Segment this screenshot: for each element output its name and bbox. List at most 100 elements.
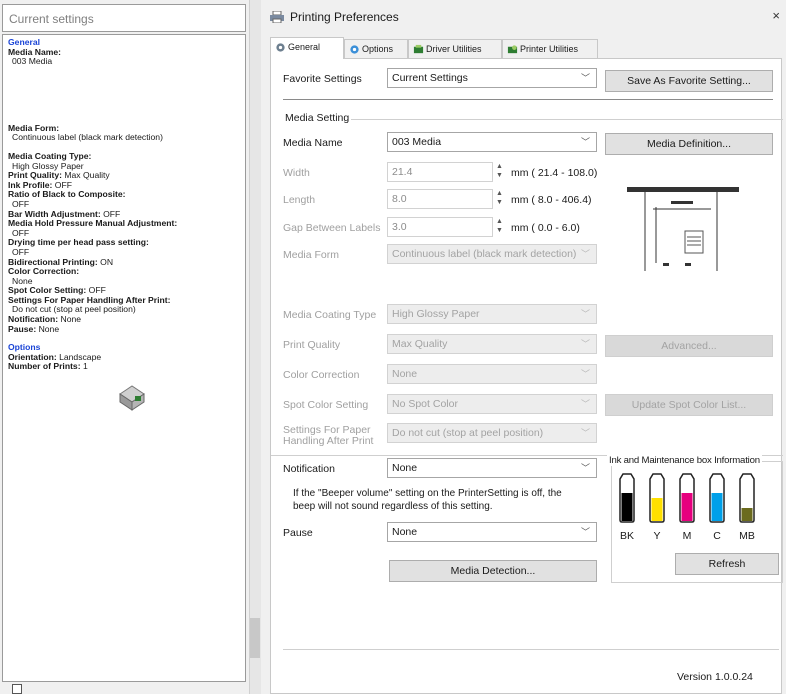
paper-handling-select[interactable]: Do not cut (stop at peel position) ﹀ [387, 423, 597, 443]
ink-tank-c [709, 473, 725, 523]
settings-key: Media Hold Pressure Manual Adjustment: [8, 218, 178, 229]
ink-info-title: Ink and Maintenance box Information [607, 455, 762, 466]
settings-key: Notification: [8, 314, 59, 325]
settings-key: Ink Profile: [8, 179, 53, 190]
tab-driver-utilities-label: Driver Utilities [426, 44, 482, 54]
tab-options[interactable]: Options [344, 39, 408, 59]
ink-label-c: C [713, 530, 721, 542]
notification-select[interactable]: None ﹀ [387, 458, 597, 478]
color-correction-value: None [392, 368, 418, 380]
chevron-down-icon: ﹀ [580, 339, 590, 349]
spot-color-select[interactable]: No Spot Color ﹀ [387, 394, 597, 414]
tab-general-label: General [288, 42, 321, 52]
ink-tank-m [679, 473, 695, 523]
chevron-down-icon: ﹀ [580, 249, 590, 259]
gap-range: mm ( 0.0 - 6.0) [511, 222, 580, 234]
chevron-down-icon: ﹀ [580, 428, 590, 438]
ink-label-mb: MB [739, 530, 755, 542]
width-label: Width [283, 167, 310, 179]
settings-key: Bar Width Adjustment: [8, 208, 101, 219]
spot-color-value: No Spot Color [392, 398, 458, 410]
settings-value: 1 [80, 361, 88, 372]
width-input[interactable]: 21.4 [387, 162, 493, 182]
printer-utilities-icon [507, 45, 518, 54]
left-scrollbar-thumb[interactable] [250, 618, 260, 658]
gap-spinner[interactable]: ▲ ▼ [495, 217, 504, 237]
media-form-select[interactable]: Continuous label (black mark detection) ﹀ [387, 244, 597, 264]
tab-printer-utilities[interactable]: Printer Utilities [502, 39, 598, 59]
color-correction-label: Color Correction [283, 369, 360, 381]
favorite-settings-label: Favorite Settings [283, 73, 362, 85]
media-name-value: 003 Media [392, 136, 442, 148]
settings-key: Bidirectional Printing: [8, 256, 98, 267]
print-quality-label: Print Quality [283, 339, 341, 351]
ink-label-y: Y [653, 530, 661, 542]
current-settings-list: General Media Name: 003 Media Media Form: Co… [2, 34, 246, 682]
settings-value: None [58, 314, 82, 325]
settings-value: Max Quality [61, 170, 110, 181]
media-setting-group-border [283, 119, 783, 120]
advanced-button[interactable]: Advanced... [605, 335, 773, 357]
left-bottom-option [2, 684, 246, 694]
chevron-down-icon: ﹀ [580, 73, 590, 83]
options-icon [350, 45, 359, 54]
media-form-value: Continuous label (black mark detection) [392, 248, 577, 260]
length-spinner[interactable]: ▲ ▼ [495, 189, 504, 209]
settings-value: OFF [100, 208, 121, 219]
settings-key: Orientation: [8, 351, 57, 362]
notification-label: Notification [283, 463, 335, 475]
version-text: Version 1.0.0.24 [677, 671, 753, 683]
settings-value: None [36, 323, 60, 334]
tab-general[interactable]: General [270, 37, 344, 59]
chevron-down-icon: ﹀ [580, 527, 590, 537]
settings-key: Print Quality: [8, 170, 62, 181]
media-detection-button[interactable]: Media Detection... [389, 560, 597, 582]
media-form-label: Media Form [283, 249, 340, 261]
width-range: mm ( 21.4 - 108.0) [511, 167, 598, 179]
favorite-settings-select[interactable]: Current Settings ﹀ [387, 68, 597, 88]
length-input[interactable]: 8.0 [387, 189, 493, 209]
media-setting-group-title: Media Setting [283, 112, 352, 124]
settings-row: Number of Prints: 1 [8, 362, 240, 372]
paper-handling-label: Settings For Paper Handling After Print [283, 425, 373, 447]
notification-value: None [392, 462, 418, 474]
spot-color-label: Spot Color Setting [283, 399, 369, 411]
beeper-note: If the "Beeper volume" setting on the Pr… [293, 487, 562, 513]
refresh-button[interactable]: Refresh [675, 553, 779, 575]
pause-select[interactable]: None ﹀ [387, 522, 597, 542]
settings-value: OFF [52, 179, 72, 190]
left-scrollbar[interactable] [249, 0, 261, 694]
coating-type-select[interactable]: High Glossy Paper ﹀ [387, 304, 597, 324]
media-diagram [627, 187, 739, 271]
printer-icon [116, 382, 148, 412]
settings-key: Color Correction: [8, 266, 80, 277]
settings-key: Spot Color Setting: [8, 285, 87, 296]
favorite-settings-value: Current Settings [392, 72, 468, 84]
left-bottom-checkbox[interactable] [12, 684, 22, 694]
media-definition-button[interactable]: Media Definition... [605, 133, 773, 155]
driver-utilities-icon [413, 45, 424, 54]
save-as-favorite-button[interactable]: Save As Favorite Setting... [605, 70, 773, 92]
paper-handling-value: Do not cut (stop at peel position) [392, 427, 544, 439]
settings-value: Continuous label (black mark detection) [12, 132, 163, 143]
beeper-note-line1: If the "Beeper volume" setting on the Pr… [293, 488, 562, 499]
general-tab-panel: Favorite Settings Current Settings ﹀ Save… [270, 58, 783, 694]
tab-driver-utilities[interactable]: Driver Utilities [408, 39, 502, 59]
settings-value: ON [97, 256, 114, 267]
ink-tank-y [649, 473, 665, 523]
settings-value: Landscape [56, 351, 102, 362]
media-name-select[interactable]: 003 Media ﹀ [387, 132, 597, 152]
width-spinner[interactable]: ▲ ▼ [495, 162, 504, 182]
paper-handling-label-line2: Handling After Print [283, 435, 374, 447]
dialog-title: Printing Preferences [290, 10, 399, 24]
close-icon[interactable]: × [772, 8, 780, 23]
update-spot-color-button[interactable]: Update Spot Color List... [605, 394, 773, 416]
print-quality-select[interactable]: Max Quality ﹀ [387, 334, 597, 354]
ink-tank-bk [619, 473, 635, 523]
settings-key: Ratio of Black to Composite: [8, 189, 126, 200]
settings-key: Drying time per head pass setting: [8, 237, 149, 248]
gap-input[interactable]: 3.0 [387, 217, 493, 237]
color-correction-select[interactable]: None ﹀ [387, 364, 597, 384]
